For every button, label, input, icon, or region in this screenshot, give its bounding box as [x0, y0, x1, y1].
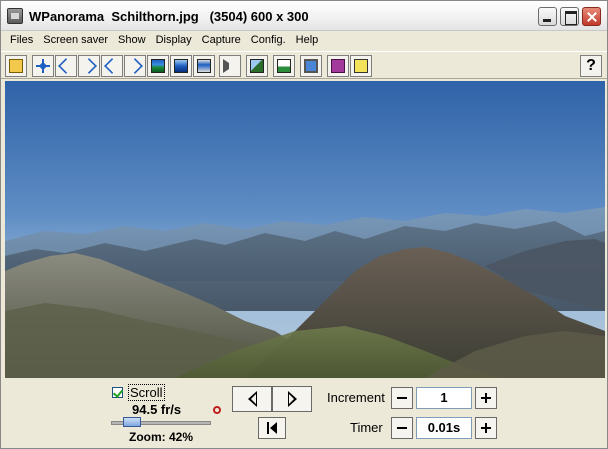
menu-files[interactable]: Files [5, 31, 38, 50]
first-button[interactable] [258, 417, 286, 439]
app-window: WPanorama Schilthorn.jpg (3504) 600 x 30… [0, 0, 608, 449]
panorama-blue-button[interactable] [170, 55, 192, 77]
scroll-left-up-button[interactable] [55, 55, 77, 77]
arrow-left-up-icon [58, 58, 74, 74]
previous-button[interactable] [232, 386, 272, 412]
menu-config[interactable]: Config. [246, 31, 291, 50]
timer-increase-button[interactable] [475, 417, 497, 439]
open-file-button[interactable] [5, 55, 27, 77]
menu-show[interactable]: Show [113, 31, 151, 50]
scroll-right-up-button[interactable] [78, 55, 100, 77]
triangle-left-icon [247, 391, 257, 407]
title-bar[interactable]: WPanorama Schilthorn.jpg (3504) 600 x 30… [1, 1, 607, 31]
app-icon[interactable] [7, 8, 23, 24]
scroll-checkbox[interactable] [112, 387, 123, 398]
arrow-right-down-icon [127, 58, 143, 74]
person-landscape-button[interactable] [273, 55, 295, 77]
help-button[interactable]: ? [580, 55, 602, 77]
open-folder-icon [9, 59, 23, 73]
screen-button[interactable] [300, 55, 322, 77]
increment-increase-button[interactable] [475, 387, 497, 409]
increment-value[interactable]: 1 [416, 387, 472, 409]
skip-to-start-icon [267, 422, 277, 434]
panorama-strip-icon [197, 59, 211, 73]
panorama-blue-icon [174, 59, 188, 73]
close-button[interactable] [582, 7, 601, 26]
screen-icon [304, 59, 318, 73]
minimize-button[interactable] [538, 7, 557, 26]
question-mark-icon: ? [586, 57, 596, 74]
panorama-view[interactable] [5, 81, 605, 378]
menu-bar: Files Screen saver Show Display Capture … [1, 31, 607, 50]
move-button[interactable] [32, 55, 54, 77]
arrow-left-down-icon [104, 58, 120, 74]
book-icon [331, 59, 345, 73]
timer-label: Timer [350, 420, 383, 435]
increment-decrease-button[interactable] [391, 387, 413, 409]
move-cross-icon [36, 59, 50, 73]
next-button[interactable] [272, 386, 312, 412]
zoom-readout: Zoom: 42% [129, 430, 194, 444]
menu-display[interactable]: Display [151, 31, 197, 50]
sound-button[interactable] [219, 55, 241, 77]
timer-decrease-button[interactable] [391, 417, 413, 439]
speed-readout: 94.5 fr/s [132, 402, 182, 417]
panorama-strip-button[interactable] [193, 55, 215, 77]
panorama-icon [151, 59, 165, 73]
toolbar: ? [1, 51, 607, 79]
scroll-right-down-button[interactable] [124, 55, 146, 77]
sound-icon [223, 59, 237, 73]
menu-help[interactable]: Help [291, 31, 324, 50]
arrow-right-up-icon [81, 58, 97, 74]
increment-label: Increment [327, 390, 385, 405]
panorama-image [5, 81, 605, 378]
activity-indicator-icon [213, 406, 221, 414]
menu-capture[interactable]: Capture [197, 31, 246, 50]
scroll-left-down-button[interactable] [101, 55, 123, 77]
window-title: WPanorama Schilthorn.jpg (3504) 600 x 30… [29, 9, 309, 24]
help-picture-button[interactable] [350, 55, 372, 77]
triangle-right-icon [287, 391, 297, 407]
mountain-icon [250, 59, 264, 73]
book-button[interactable] [327, 55, 349, 77]
panorama-button[interactable] [147, 55, 169, 77]
person-landscape-icon [277, 59, 291, 73]
landscape-button[interactable] [246, 55, 268, 77]
menu-screen-saver[interactable]: Screen saver [38, 31, 113, 50]
help-picture-icon [354, 59, 368, 73]
zoom-slider-thumb[interactable] [123, 417, 141, 427]
scroll-label[interactable]: Scroll [128, 384, 165, 401]
maximize-button[interactable] [560, 7, 579, 26]
timer-value[interactable]: 0.01s [416, 417, 472, 439]
control-panel: Scroll 94.5 fr/s Zoom: 42% Increment 1 T… [1, 379, 607, 449]
